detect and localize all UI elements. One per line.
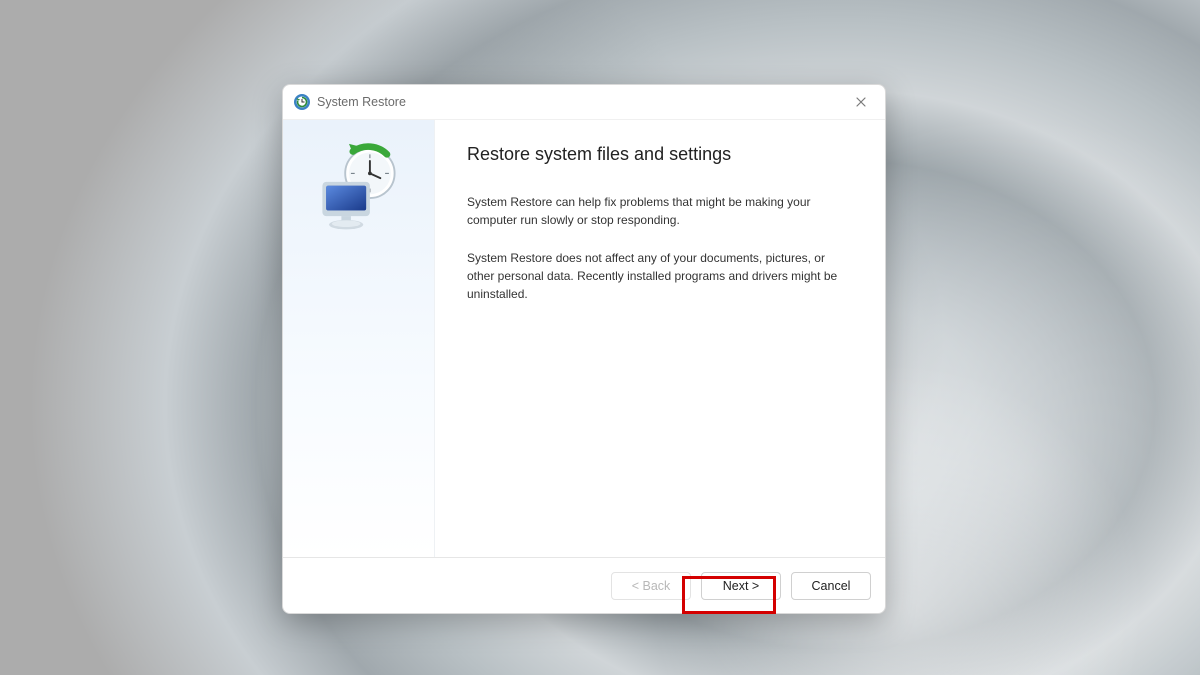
cancel-button[interactable]: Cancel [791, 572, 871, 600]
back-button: < Back [611, 572, 691, 600]
close-button[interactable] [847, 90, 875, 114]
description-paragraph-2: System Restore does not affect any of yo… [467, 249, 847, 303]
wizard-side-panel [283, 120, 435, 557]
next-button[interactable]: Next > [701, 572, 781, 600]
wizard-footer: < Back Next > Cancel [283, 557, 885, 613]
restore-illustration-icon [311, 142, 406, 237]
system-restore-icon [293, 93, 311, 111]
window-title: System Restore [317, 95, 847, 109]
titlebar: System Restore [283, 85, 885, 119]
description-paragraph-1: System Restore can help fix problems tha… [467, 193, 847, 229]
wizard-content: Restore system files and settings System… [435, 120, 885, 557]
page-heading: Restore system files and settings [467, 144, 855, 165]
dialog-body: Restore system files and settings System… [283, 119, 885, 557]
system-restore-dialog: System Restore [282, 84, 886, 614]
